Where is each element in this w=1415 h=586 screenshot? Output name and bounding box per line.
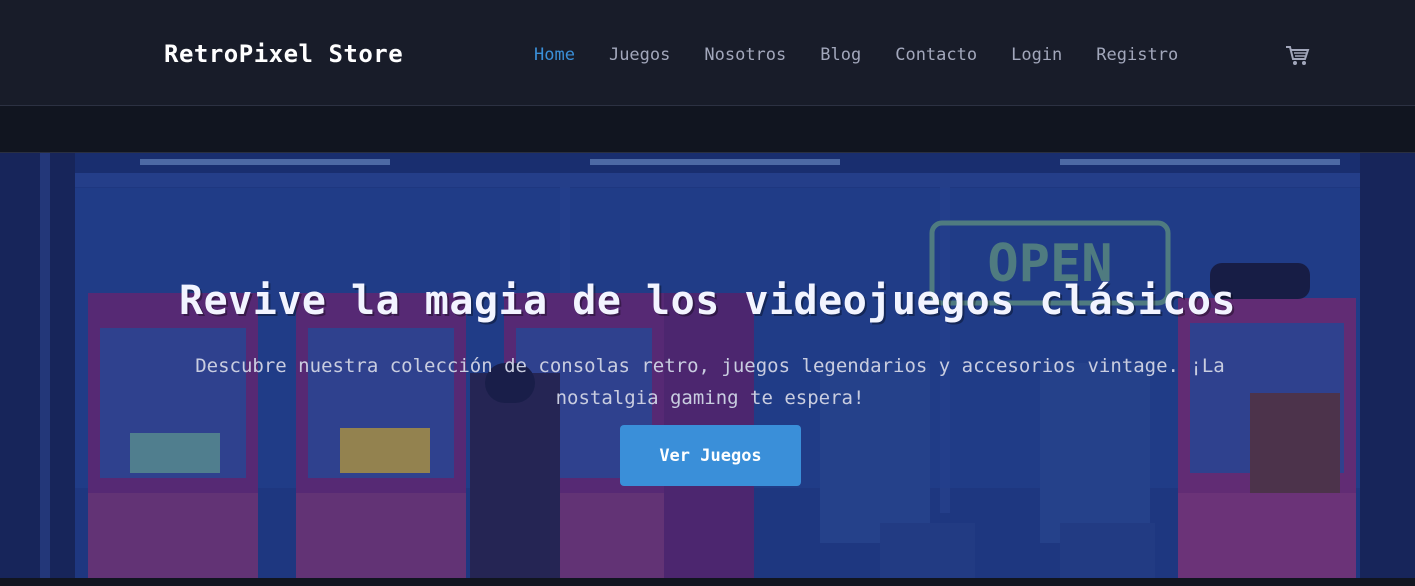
shopping-cart-icon[interactable] (1284, 44, 1310, 68)
nav-item-registro[interactable]: Registro (1096, 45, 1178, 65)
navbar: RetroPixel Store Home Juegos Nosotros Bl… (0, 0, 1415, 106)
nav-item-contacto[interactable]: Contacto (895, 45, 977, 65)
brand-logo[interactable]: RetroPixel Store (164, 40, 403, 68)
nav-item-juegos[interactable]: Juegos (609, 45, 670, 65)
nav-item-blog[interactable]: Blog (820, 45, 861, 65)
nav-item-home[interactable]: Home (534, 45, 575, 65)
ver-juegos-button[interactable]: Ver Juegos (620, 425, 801, 486)
nav-item-login[interactable]: Login (1011, 45, 1062, 65)
page-bottom (0, 578, 1415, 586)
nav-links: Home Juegos Nosotros Blog Contacto Login… (534, 45, 1212, 65)
nav-item-nosotros[interactable]: Nosotros (704, 45, 786, 65)
hero-section: OPEN Revive la magia de los videojuegos … (0, 152, 1415, 578)
hero-title: Revive la magia de los videojuegos clási… (178, 277, 1237, 324)
hero-subtitle: Descubre nuestra colección de consolas r… (195, 355, 1225, 409)
